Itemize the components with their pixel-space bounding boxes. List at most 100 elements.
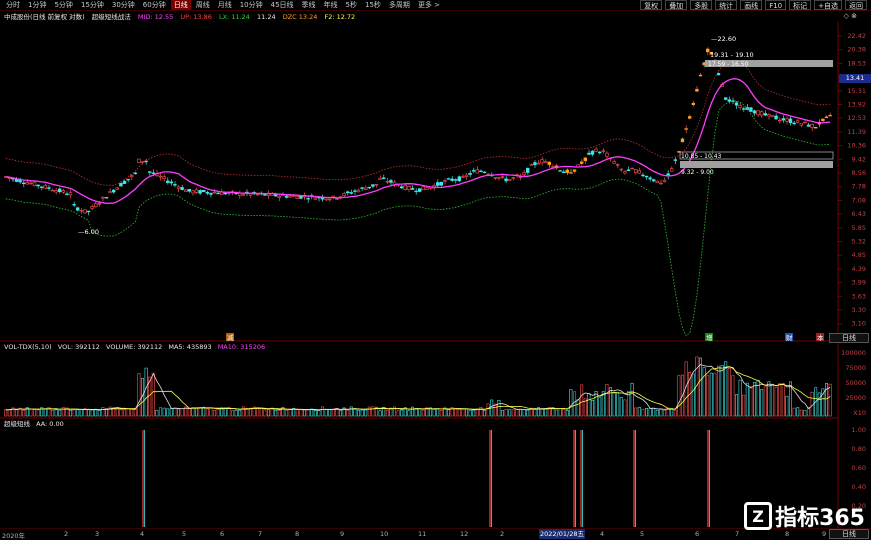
volume-bar — [727, 368, 731, 417]
candle-body — [680, 138, 685, 143]
volume-bar — [126, 408, 130, 417]
candle-body — [601, 150, 606, 152]
volume-bar — [641, 408, 645, 417]
candle-body — [130, 175, 134, 177]
candle-body — [414, 190, 418, 193]
candle-body — [543, 161, 548, 163]
volume-bar — [796, 407, 800, 417]
price-axis-label: 4.39 — [852, 265, 866, 273]
zone1-label: 19.31 - 19.10 — [710, 51, 754, 59]
candle-body — [248, 193, 253, 196]
vol-indicator-name[interactable]: VOL-TDX(5,10) — [4, 343, 52, 351]
candle-body — [637, 170, 642, 174]
volume-bar — [508, 409, 512, 417]
date-label-17: 7 — [735, 530, 740, 538]
volume-bar — [749, 386, 753, 417]
candle-body — [590, 150, 595, 155]
volume-bar — [144, 367, 148, 417]
volume-bar — [724, 361, 728, 417]
volume-bar — [767, 381, 771, 417]
high-price-label: —22.60 — [711, 35, 736, 43]
candle-body — [777, 119, 782, 122]
candle-body — [633, 169, 638, 174]
volume-panel-title: VOL-TDX(5,10) VOL: 392112 VOLUME: 392112… — [4, 343, 269, 352]
volume-bar — [511, 409, 515, 417]
candle-body — [763, 113, 768, 116]
price-axis-label: 12.53 — [847, 114, 866, 122]
candle-body — [205, 191, 209, 194]
ma10-value: MA10: 315206 — [217, 343, 266, 351]
volume-bar — [284, 410, 288, 417]
candle-body — [644, 175, 649, 178]
date-label-6: 7 — [258, 530, 263, 538]
volume-bar — [572, 391, 576, 417]
volume-bar — [464, 408, 468, 417]
volume-bar — [234, 409, 238, 417]
candle-body — [727, 99, 732, 102]
volume-bar — [299, 409, 303, 417]
price-axis-label: 9.42 — [852, 155, 866, 163]
candle-body — [803, 121, 807, 124]
volume-bar — [353, 408, 357, 417]
volume-bar — [69, 410, 73, 417]
price-axis-label: 3.99 — [852, 279, 866, 287]
volume-bar — [605, 383, 609, 417]
marker-jian: 减 — [227, 333, 234, 342]
volume-bar — [810, 391, 814, 417]
candle-body — [479, 170, 483, 173]
volume-bar — [256, 408, 260, 417]
candle-body — [597, 151, 602, 154]
volume-bar — [432, 409, 436, 417]
selected-date[interactable]: 2022/01/28五 — [539, 529, 585, 539]
candle-body — [572, 169, 577, 172]
volume-bar — [295, 409, 299, 417]
candle-body — [781, 118, 786, 121]
aa-axis-label: 0.60 — [852, 464, 866, 472]
candle-body — [691, 102, 696, 105]
candle-body — [623, 171, 627, 174]
candle-body — [687, 116, 692, 119]
volume-bar — [180, 408, 184, 417]
date-label-1: 2 — [64, 530, 69, 538]
volume-bar — [706, 375, 710, 417]
candle-body — [371, 184, 375, 187]
candle-body — [450, 178, 454, 181]
candle-body — [756, 110, 760, 115]
vol-axis-label: 50000 — [845, 379, 866, 387]
candle-body — [194, 189, 199, 193]
volume-bar — [418, 408, 422, 417]
volume-bar — [781, 383, 785, 417]
period-switch-button-1[interactable]: 日线 — [829, 333, 869, 343]
volume-bar — [828, 383, 832, 417]
price-axis-label: 22.42 — [847, 32, 866, 40]
price-axis-label: 3.63 — [852, 292, 866, 300]
vol-axis-label: X10 — [853, 409, 866, 417]
volume-bar — [76, 409, 80, 417]
volume-bar — [760, 389, 764, 417]
volume-bar — [763, 386, 767, 417]
candle-body — [407, 186, 411, 190]
volume-bar — [648, 408, 652, 417]
volume-bar — [734, 394, 738, 417]
volume-bar — [742, 394, 746, 417]
volume-bar — [389, 407, 393, 417]
date-label-10: 11 — [418, 530, 427, 538]
logo-icon: Z — [744, 502, 773, 530]
volume-bar — [738, 379, 742, 417]
volume-bar — [385, 410, 389, 417]
candle-body — [306, 198, 310, 200]
candle-body — [425, 187, 429, 190]
zone2-label: 17.59 - 16.50 — [708, 61, 749, 68]
candle-body — [669, 168, 674, 172]
candle-body — [507, 178, 512, 181]
candle-body — [533, 162, 537, 166]
aa-indicator-name[interactable]: 超级短线 — [4, 420, 30, 428]
candle-body — [295, 196, 299, 199]
candle-body — [126, 178, 130, 181]
candle-body — [774, 115, 778, 120]
volume-bar — [720, 365, 724, 417]
volume-bar — [130, 409, 134, 417]
date-label-5: 6 — [220, 530, 225, 538]
volume-bar — [58, 410, 62, 417]
volume-bar — [36, 409, 40, 417]
